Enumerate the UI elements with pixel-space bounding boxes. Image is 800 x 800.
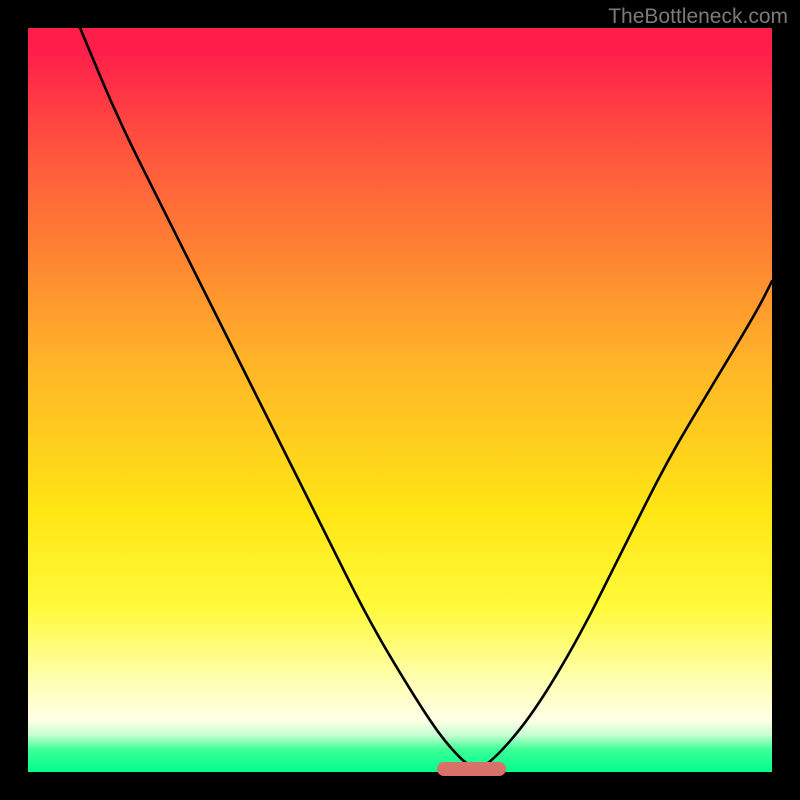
chart-plot-area xyxy=(28,28,772,772)
optimal-range-marker xyxy=(437,762,505,776)
watermark-text: TheBottleneck.com xyxy=(608,5,788,29)
